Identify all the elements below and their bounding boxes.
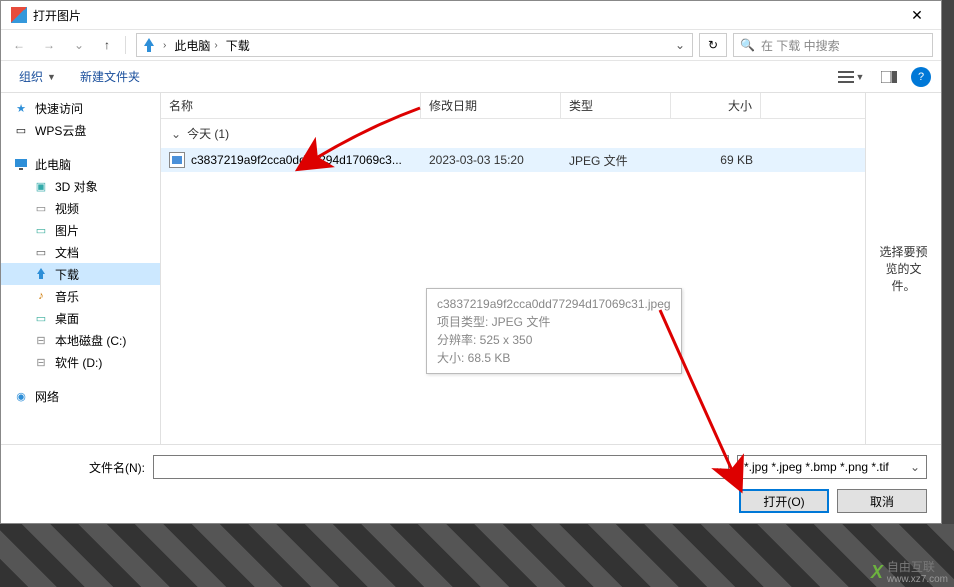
sidebar: ★快速访问 ▭WPS云盘 此电脑 ▣3D 对象 ▭视频 ▭图片 ▭文档 下载 ♪…	[1, 93, 161, 444]
sidebar-local-disk-c[interactable]: ⊟本地磁盘 (C:)	[1, 329, 160, 351]
close-button[interactable]: ✕	[897, 1, 937, 29]
preview-pane-button[interactable]	[873, 66, 905, 88]
column-headers: 名称 修改日期 类型 大小	[161, 93, 865, 119]
address-bar[interactable]: › 此电脑› 下载 ⌄	[136, 33, 693, 57]
dialog-body: ★快速访问 ▭WPS云盘 此电脑 ▣3D 对象 ▭视频 ▭图片 ▭文档 下载 ♪…	[1, 93, 941, 444]
watermark-brand: 自由互联	[887, 561, 948, 574]
sidebar-3d-objects[interactable]: ▣3D 对象	[1, 175, 160, 197]
col-name[interactable]: 名称	[161, 93, 421, 118]
file-type: JPEG 文件	[561, 152, 671, 169]
open-file-dialog: 打开图片 ✕ ← → ⌄ ↑ › 此电脑› 下载 ⌄ ↻ 🔍 在 下载 中搜索 …	[0, 0, 942, 524]
sidebar-desktop[interactable]: ▭桌面	[1, 307, 160, 329]
tooltip-itemtype: 项目类型: JPEG 文件	[437, 313, 671, 331]
sidebar-downloads[interactable]: 下载	[1, 263, 160, 285]
col-date[interactable]: 修改日期	[421, 93, 561, 118]
sidebar-quick-access[interactable]: ★快速访问	[1, 97, 160, 119]
filename-dropdown-icon[interactable]: ⌄	[714, 460, 724, 474]
file-row[interactable]: c3837219a9f2cca0dd77294d17069c3... 2023-…	[161, 148, 865, 172]
search-placeholder: 在 下载 中搜索	[761, 37, 840, 54]
help-button[interactable]: ?	[911, 67, 931, 87]
organize-button[interactable]: 组织▼	[11, 64, 64, 89]
file-tooltip: c3837219a9f2cca0dd77294d17069c31.jpeg 项目…	[426, 288, 682, 374]
preview-pane: 选择要预览的文件。	[865, 93, 941, 444]
download-icon	[33, 266, 49, 282]
sidebar-wps-cloud[interactable]: ▭WPS云盘	[1, 119, 160, 141]
file-size: 69 KB	[671, 153, 761, 167]
sidebar-music[interactable]: ♪音乐	[1, 285, 160, 307]
address-dropdown-icon[interactable]: ⌄	[670, 38, 690, 52]
sidebar-videos[interactable]: ▭视频	[1, 197, 160, 219]
filetype-filter[interactable]: *.jpg *.jpeg *.bmp *.png *.tif⌄	[737, 455, 927, 479]
group-today[interactable]: ⌄今天 (1)	[161, 119, 865, 148]
new-folder-button[interactable]: 新建文件夹	[72, 64, 148, 89]
breadcrumb-thispc[interactable]: 此电脑›	[170, 37, 221, 54]
breadcrumb-downloads[interactable]: 下载	[222, 37, 254, 54]
nav-up-button[interactable]: ↑	[95, 33, 119, 57]
app-icon	[11, 7, 27, 23]
monitor-icon	[13, 156, 29, 172]
nav-recent-dropdown[interactable]: ⌄	[65, 33, 93, 57]
tooltip-size: 大小: 68.5 KB	[437, 349, 671, 367]
file-date: 2023-03-03 15:20	[421, 153, 561, 167]
titlebar: 打开图片 ✕	[1, 1, 941, 29]
nav-forward-button[interactable]: →	[35, 33, 63, 57]
watermark-url: www.xz7.com	[887, 574, 948, 585]
search-icon: 🔍	[740, 38, 755, 52]
nav-back-button[interactable]: ←	[5, 33, 33, 57]
sidebar-documents[interactable]: ▭文档	[1, 241, 160, 263]
tooltip-resolution: 分辨率: 525 x 350	[437, 331, 671, 349]
open-button[interactable]: 打开(O)	[739, 489, 829, 513]
refresh-button[interactable]: ↻	[699, 33, 727, 57]
cancel-button[interactable]: 取消	[837, 489, 927, 513]
location-icon	[139, 35, 159, 55]
sidebar-network[interactable]: ◉网络	[1, 385, 160, 407]
sidebar-software-d[interactable]: ⊟软件 (D:)	[1, 351, 160, 373]
sidebar-this-pc[interactable]: 此电脑	[1, 153, 160, 175]
watermark-logo: X	[871, 562, 883, 583]
file-area: 名称 修改日期 类型 大小 ⌄今天 (1) c3837219a9f2cca0dd…	[161, 93, 941, 444]
background-texture	[0, 524, 954, 587]
col-size[interactable]: 大小	[671, 93, 761, 118]
jpeg-file-icon	[169, 152, 185, 168]
filename-label: 文件名(N):	[75, 459, 145, 476]
file-name: c3837219a9f2cca0dd77294d17069c3...	[191, 153, 402, 167]
file-list: 名称 修改日期 类型 大小 ⌄今天 (1) c3837219a9f2cca0dd…	[161, 93, 865, 444]
sidebar-pictures[interactable]: ▭图片	[1, 219, 160, 241]
filename-input[interactable]: ⌄	[153, 455, 729, 479]
watermark: X 自由互联 www.xz7.com	[871, 561, 948, 585]
nav-bar: ← → ⌄ ↑ › 此电脑› 下载 ⌄ ↻ 🔍 在 下载 中搜索	[1, 29, 941, 61]
dialog-title: 打开图片	[33, 7, 897, 24]
dialog-footer: 文件名(N): ⌄ *.jpg *.jpeg *.bmp *.png *.tif…	[1, 444, 941, 523]
nav-separator	[125, 36, 126, 54]
col-type[interactable]: 类型	[561, 93, 671, 118]
view-mode-button[interactable]: ▼	[835, 66, 867, 88]
search-input[interactable]: 🔍 在 下载 中搜索	[733, 33, 933, 57]
tooltip-filename: c3837219a9f2cca0dd77294d17069c31.jpeg	[437, 295, 671, 313]
toolbar: 组织▼ 新建文件夹 ▼ ?	[1, 61, 941, 93]
